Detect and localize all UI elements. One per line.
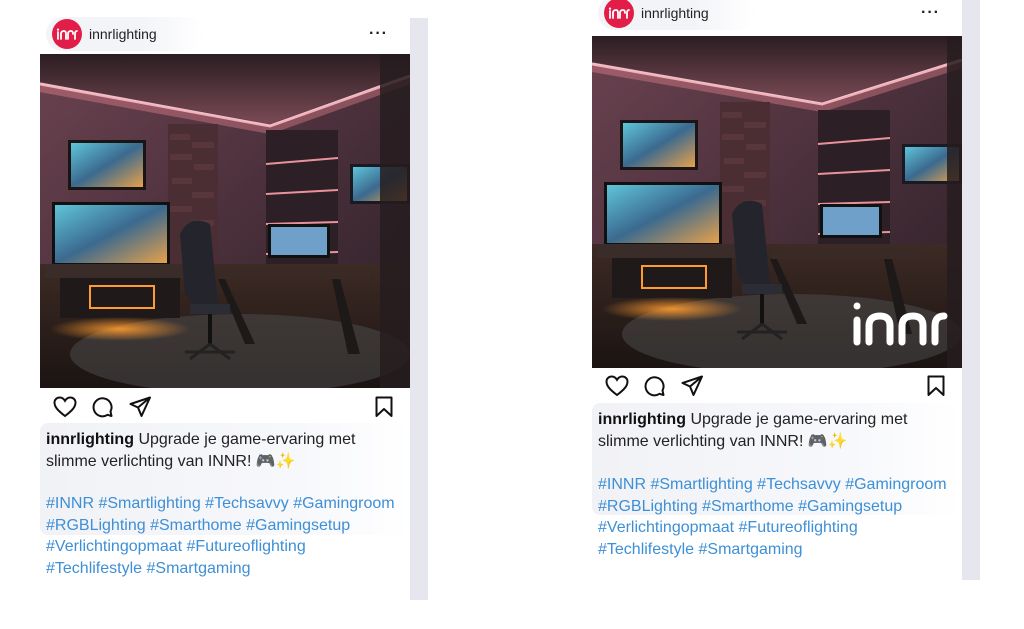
more-options-icon[interactable]: ··· — [369, 25, 388, 43]
hashtags: #INNR #Smartlighting #Techsavvy #Gamingr… — [46, 493, 414, 579]
post-image — [40, 54, 410, 388]
gaming-room-photo — [592, 36, 962, 368]
post-username[interactable]: innrlighting — [641, 5, 709, 21]
heart-icon[interactable] — [605, 375, 629, 397]
action-bar — [40, 390, 410, 426]
bookmark-icon[interactable] — [926, 375, 946, 397]
hashtag-line[interactable]: #Techlifestyle #Smartgaming — [46, 560, 251, 577]
caption-username[interactable]: innrlighting — [46, 431, 134, 448]
caption-text-line1: Upgrade je game-ervaring met — [138, 431, 356, 448]
post-username[interactable]: innrlighting — [89, 26, 157, 42]
innr-logo-icon — [56, 28, 78, 40]
action-bar — [592, 368, 962, 404]
comment-icon[interactable] — [91, 396, 113, 418]
hashtag-line[interactable]: #INNR #Smartlighting #Techsavvy #Gamingr… — [598, 476, 947, 493]
hashtag-line[interactable]: #Techlifestyle #Smartgaming — [598, 541, 803, 558]
post-caption: innrlighting Upgrade je game-ervaring me… — [598, 409, 960, 452]
hashtag-line[interactable]: #RGBLighting #Smarthome #Gamingsetup — [46, 517, 350, 534]
gaming-room-photo — [40, 54, 410, 388]
post-caption: innrlighting Upgrade je game-ervaring me… — [46, 429, 408, 472]
instagram-post-right: innrlighting ··· innrlighting Upgrade je… — [592, 0, 980, 580]
send-icon[interactable] — [129, 396, 151, 418]
hashtag-line[interactable]: #INNR #Smartlighting #Techsavvy #Gamingr… — [46, 495, 395, 512]
hashtag-line[interactable]: #Verlichtingopmaat #Futureoflighting — [46, 538, 306, 555]
avatar[interactable] — [52, 19, 82, 49]
post-header: innrlighting ··· — [592, 0, 962, 32]
post-header: innrlighting ··· — [40, 15, 410, 53]
hashtags: #INNR #Smartlighting #Techsavvy #Gamingr… — [598, 474, 966, 560]
innr-logo-icon — [608, 7, 630, 19]
send-icon[interactable] — [681, 375, 703, 397]
caption-text-line2: slimme verlichting van INNR! 🎮✨ — [46, 452, 296, 470]
instagram-post-left: innrlighting ··· innrlighting Upgrade je… — [40, 14, 428, 600]
caption-username[interactable]: innrlighting — [598, 411, 686, 428]
hashtag-line[interactable]: #Verlichtingopmaat #Futureoflighting — [598, 519, 858, 536]
hashtag-line[interactable]: #RGBLighting #Smarthome #Gamingsetup — [598, 498, 902, 515]
caption-text-line2: slimme verlichting van INNR! 🎮✨ — [598, 432, 848, 450]
more-options-icon[interactable]: ··· — [921, 4, 940, 22]
heart-icon[interactable] — [53, 396, 77, 418]
comment-icon[interactable] — [643, 375, 665, 397]
bookmark-icon[interactable] — [374, 396, 394, 418]
caption-text-line1: Upgrade je game-ervaring met — [690, 411, 908, 428]
post-image — [592, 36, 962, 368]
